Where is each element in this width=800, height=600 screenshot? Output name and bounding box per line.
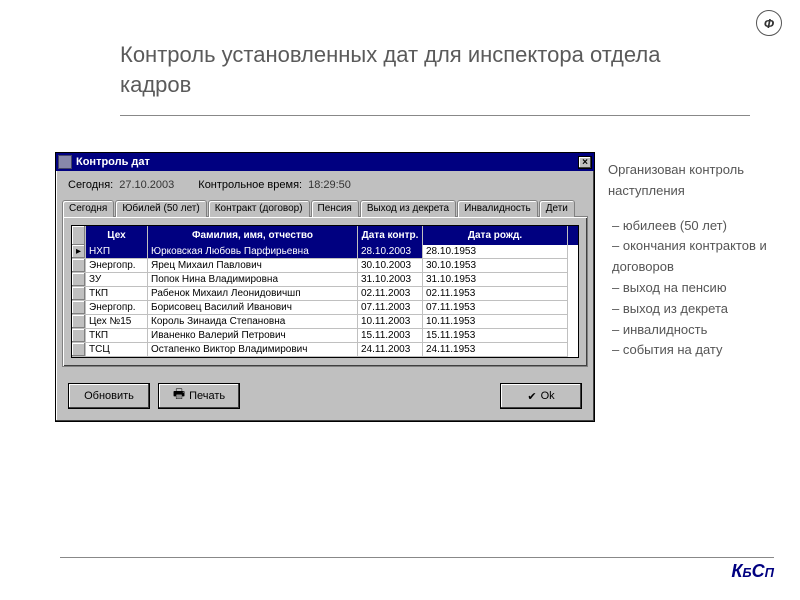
ok-button[interactable]: ✔ Ok — [500, 383, 582, 409]
divider — [60, 557, 774, 558]
cell-name: Юрковская Любовь Парфирьевна — [148, 245, 358, 259]
data-grid[interactable]: Цех Фамилия, имя, отчество Дата контр. Д… — [71, 225, 579, 358]
today-label: Сегодня: — [68, 179, 113, 191]
row-marker — [72, 315, 86, 329]
tab-contract[interactable]: Контракт (договор) — [208, 200, 310, 217]
cell-dob: 07.11.1953 — [423, 301, 568, 315]
ok-text: Ok — [541, 390, 555, 402]
tabs: Сегодня Юбилей (50 лет) Контракт (догово… — [62, 200, 588, 217]
table-row[interactable]: ▸НХПЮрковская Любовь Парфирьевна28.10.20… — [72, 245, 578, 259]
table-row[interactable]: ТКПРабенок Михаил Леонидовичшп02.11.2003… — [72, 287, 578, 301]
close-button[interactable]: × — [578, 156, 592, 169]
cell-dctrl: 30.10.2003 — [358, 259, 423, 273]
cell-name: Борисовец Василий Иванович — [148, 301, 358, 315]
cell-dob: 31.10.1953 — [423, 273, 568, 287]
grid-header: Цех Фамилия, имя, отчество Дата контр. Д… — [72, 226, 578, 245]
divider — [120, 115, 750, 116]
table-row[interactable]: ТСЦОстапенко Виктор Владимирович24.11.20… — [72, 343, 578, 357]
cell-dept: ТКП — [86, 287, 148, 301]
col-header-dept[interactable]: Цех — [86, 226, 148, 245]
cell-dept: Цех №15 — [86, 315, 148, 329]
table-row[interactable]: ТКПИваненко Валерий Петрович15.11.200315… — [72, 329, 578, 343]
cell-dctrl: 10.11.2003 — [358, 315, 423, 329]
cell-dob: 28.10.1953 — [423, 245, 568, 259]
table-row[interactable]: Цех №15Король Зинаида Степановна10.11.20… — [72, 315, 578, 329]
cell-dept: НХП — [86, 245, 148, 259]
list-item: юбилеев (50 лет) — [612, 216, 778, 237]
list-item: события на дату — [612, 340, 778, 361]
col-header-dctrl[interactable]: Дата контр. — [358, 226, 423, 245]
cell-dept: ТСЦ — [86, 343, 148, 357]
col-header-dob[interactable]: Дата рожд. — [423, 226, 568, 245]
window-title: Контроль дат — [76, 156, 150, 168]
row-marker: ▸ — [72, 245, 86, 259]
window-icon — [58, 155, 72, 169]
today-value: 27.10.2003 — [119, 179, 174, 191]
row-marker — [72, 343, 86, 357]
list-item: окончания контрактов и договоров — [612, 236, 778, 278]
tab-decree[interactable]: Выход из декрета — [360, 200, 456, 217]
info-bar: Сегодня: 27.10.2003 Контрольное время: 1… — [56, 171, 594, 199]
tab-children[interactable]: Дети — [539, 200, 575, 217]
tab-invalid[interactable]: Инвалидность — [457, 200, 538, 217]
row-marker — [72, 273, 86, 287]
side-intro: Организован контроль наступления — [608, 160, 778, 202]
row-marker — [72, 287, 86, 301]
list-item: выход на пенсию — [612, 278, 778, 299]
cell-name: Попок Нина Владимировна — [148, 273, 358, 287]
row-marker — [72, 329, 86, 343]
refresh-button[interactable]: Обновить — [68, 383, 150, 409]
cell-dctrl: 31.10.2003 — [358, 273, 423, 287]
cell-dept: Энергопр. — [86, 301, 148, 315]
list-item: выход из декрета — [612, 299, 778, 320]
tab-today[interactable]: Сегодня — [62, 200, 114, 217]
print-icon: 🖶 — [173, 385, 185, 407]
ctrl-time-value: 18:29:50 — [308, 179, 351, 191]
cell-dept: ЗУ — [86, 273, 148, 287]
cell-dept: ТКП — [86, 329, 148, 343]
col-header-name[interactable]: Фамилия, имя, отчество — [148, 226, 358, 245]
print-button-label: Печать — [189, 390, 225, 402]
cell-dob: 02.11.1953 — [423, 287, 568, 301]
cell-dob: 10.11.1953 — [423, 315, 568, 329]
cell-name: Рабенок Михаил Леонидовичшп — [148, 287, 358, 301]
cell-dctrl: 15.11.2003 — [358, 329, 423, 343]
cell-dctrl: 07.11.2003 — [358, 301, 423, 315]
cell-name: Король Зинаида Степановна — [148, 315, 358, 329]
cell-name: Ярец Михаил Павлович — [148, 259, 358, 273]
dialog-window: Контроль дат × Сегодня: 27.10.2003 Контр… — [55, 152, 595, 422]
cell-dctrl: 24.11.2003 — [358, 343, 423, 357]
cell-name: Иваненко Валерий Петрович — [148, 329, 358, 343]
ok-button-label: ✔ — [527, 390, 536, 403]
ctrl-time-label: Контрольное время: — [198, 179, 302, 191]
list-item: инвалидность — [612, 320, 778, 341]
row-marker — [72, 301, 86, 315]
table-row[interactable]: Энергопр.Борисовец Василий Иванович07.11… — [72, 301, 578, 315]
tab-panel: Цех Фамилия, имя, отчество Дата контр. Д… — [62, 216, 588, 367]
button-bar: Обновить 🖶 Печать ✔ Ok — [56, 373, 594, 421]
table-row[interactable]: ЗУПопок Нина Владимировна31.10.200331.10… — [72, 273, 578, 287]
brand-footer: КБСП — [731, 561, 774, 582]
cell-dctrl: 02.11.2003 — [358, 287, 423, 301]
cell-dob: 24.11.1953 — [423, 343, 568, 357]
cell-name: Остапенко Виктор Владимирович — [148, 343, 358, 357]
cell-dept: Энергопр. — [86, 259, 148, 273]
page-title: Контроль установленных дат для инспектор… — [120, 40, 680, 99]
side-panel: Организован контроль наступления юбилеев… — [608, 160, 778, 361]
titlebar[interactable]: Контроль дат × — [56, 153, 594, 171]
tab-pension[interactable]: Пенсия — [311, 200, 359, 217]
logo-icon: Ф — [756, 10, 782, 36]
cell-dob: 30.10.1953 — [423, 259, 568, 273]
print-button[interactable]: 🖶 Печать — [158, 383, 240, 409]
tab-jubilee[interactable]: Юбилей (50 лет) — [115, 200, 206, 217]
table-row[interactable]: Энергопр.Ярец Михаил Павлович30.10.20033… — [72, 259, 578, 273]
cell-dob: 15.11.1953 — [423, 329, 568, 343]
row-marker — [72, 259, 86, 273]
cell-dctrl: 28.10.2003 — [358, 245, 423, 259]
side-list: юбилеев (50 лет) окончания контрактов и … — [608, 216, 778, 362]
